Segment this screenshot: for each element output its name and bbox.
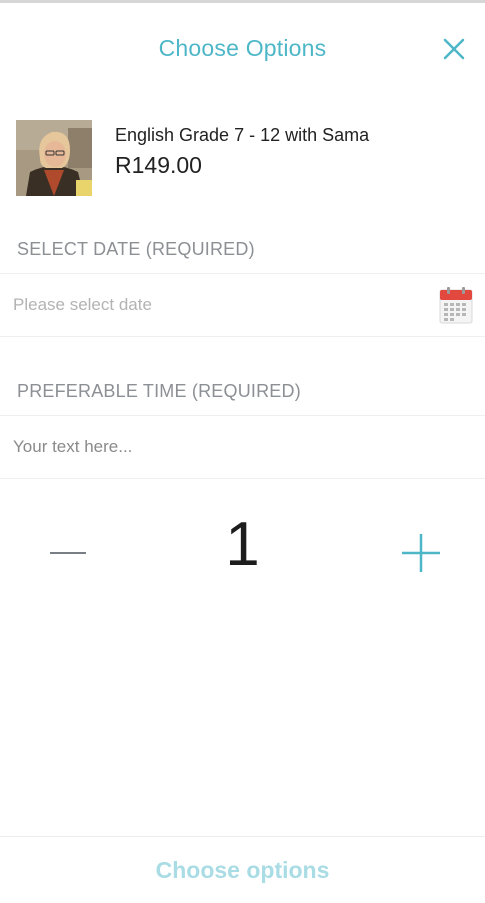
date-field[interactable] xyxy=(0,273,485,337)
choose-options-button[interactable]: Choose options xyxy=(0,837,485,901)
preferable-time-label: PREFERABLE TIME (REQUIRED) xyxy=(17,381,301,401)
quantity-stepper: 1 xyxy=(0,505,485,595)
time-field[interactable] xyxy=(0,415,485,479)
header: Choose Options xyxy=(0,3,485,93)
page-title: Choose Options xyxy=(158,35,327,61)
calendar-icon[interactable] xyxy=(439,286,473,324)
close-icon[interactable] xyxy=(441,36,467,62)
footer: Choose options xyxy=(0,836,485,901)
product-name: English Grade 7 - 12 with Sama xyxy=(115,125,370,145)
product-price: R149.00 xyxy=(115,152,202,178)
time-input[interactable] xyxy=(13,416,423,478)
product-summary: English Grade 7 - 12 with Sama R149.00 xyxy=(16,120,476,196)
product-image xyxy=(16,120,92,196)
date-input[interactable] xyxy=(13,274,423,336)
plus-icon[interactable] xyxy=(400,532,442,574)
select-date-label: SELECT DATE (REQUIRED) xyxy=(17,239,255,259)
